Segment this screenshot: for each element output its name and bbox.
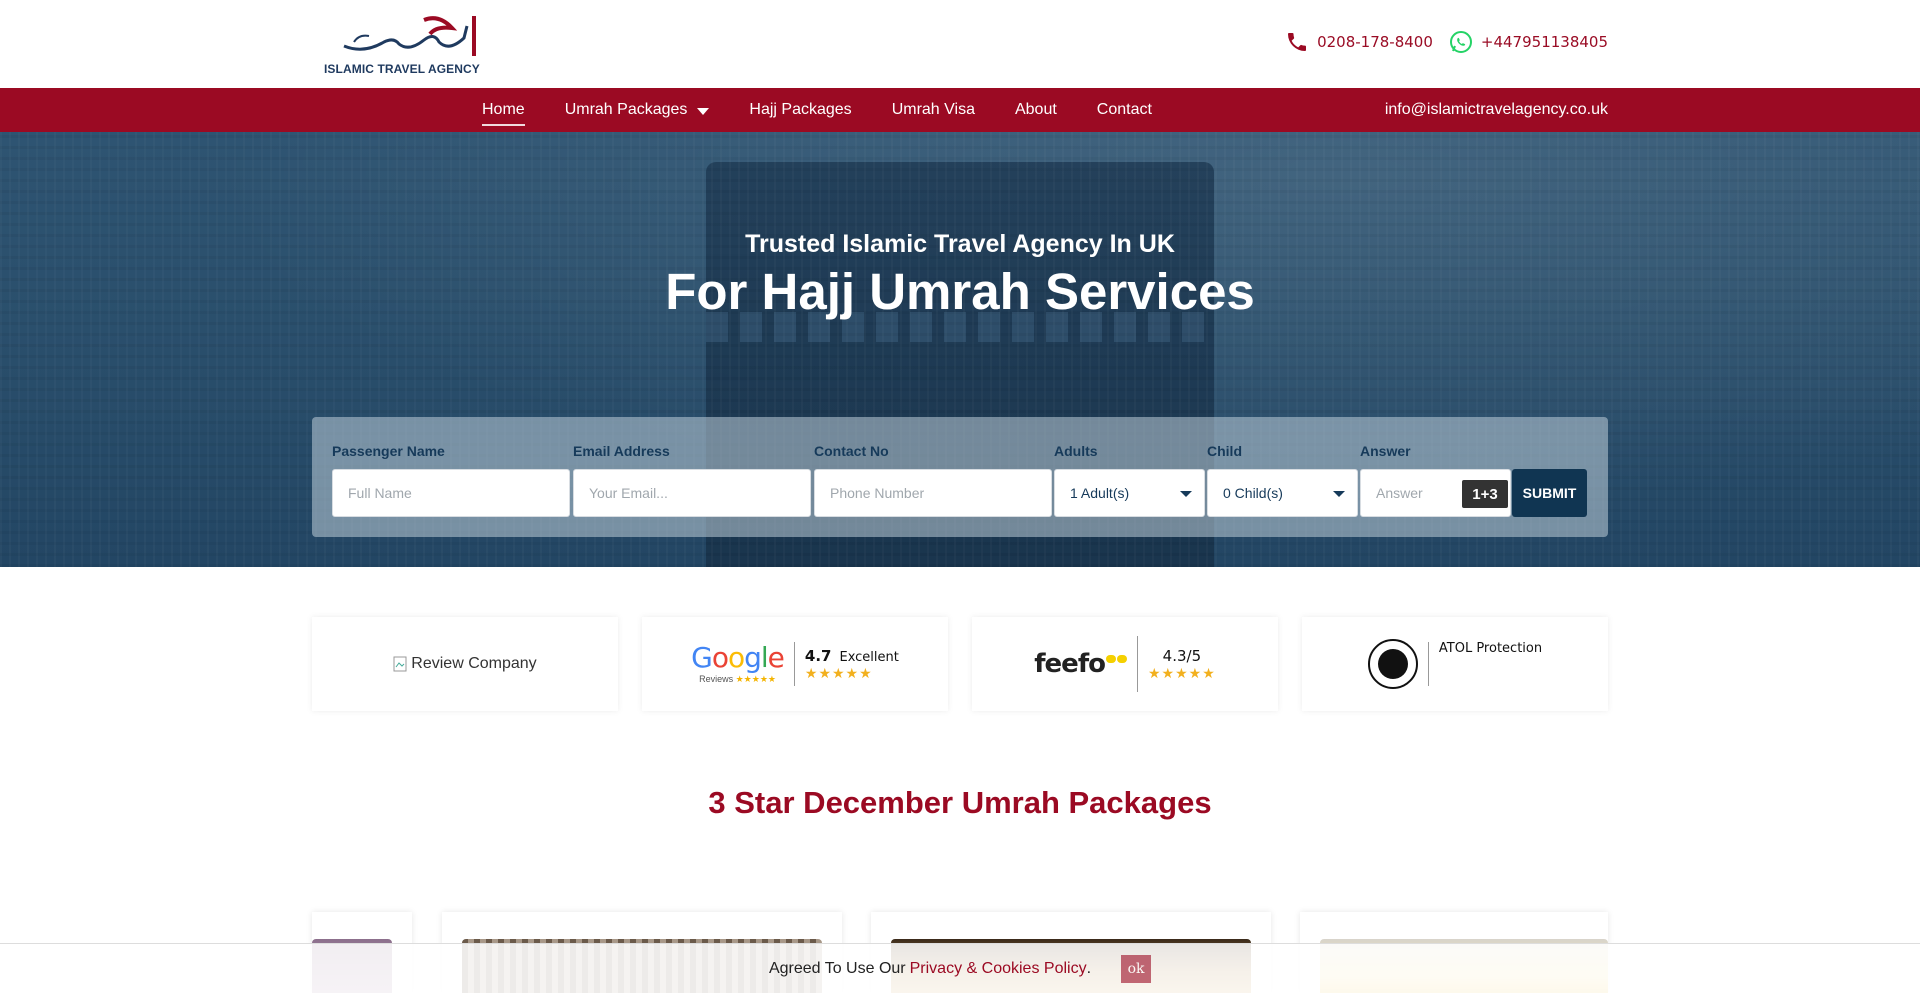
- logo-text: ISLAMIC TRAVEL AGENCY: [324, 62, 480, 76]
- atol-label: ATOL Protection: [1438, 641, 1543, 656]
- google-rating: 4.7 Excellent ★★★★★: [805, 647, 899, 682]
- phone-number: 0208-178-8400: [1317, 33, 1433, 51]
- captcha-question: 1+3: [1462, 480, 1508, 508]
- dropdown-arrow-icon: [1180, 491, 1192, 497]
- hero-subtitle: Trusted Islamic Travel Agency In UK: [745, 230, 1175, 258]
- adults-field: Adults 1 Adult(s): [1054, 443, 1205, 517]
- email-input[interactable]: Your Email...: [573, 469, 811, 517]
- enquiry-form: Passenger Name Full Name Email Address Y…: [312, 417, 1608, 537]
- answer-label: Answer: [1360, 443, 1411, 459]
- review-card-atol[interactable]: ATOL Protection: [1302, 617, 1608, 711]
- divider: [793, 642, 795, 686]
- dropdown-arrow-icon: [1333, 491, 1345, 497]
- child-field: Child 0 Child(s): [1207, 443, 1358, 517]
- passenger-name-input[interactable]: Full Name: [332, 469, 570, 517]
- privacy-policy-link[interactable]: Privacy & Cookies Policy: [910, 960, 1087, 978]
- cookie-banner: Agreed To Use Our Privacy & Cookies Poli…: [0, 943, 1920, 993]
- phone-link[interactable]: 0208-178-8400: [1285, 30, 1433, 54]
- cookie-period: .: [1086, 959, 1092, 977]
- passenger-name-label: Passenger Name: [332, 443, 445, 459]
- nav-label: Contact: [1096, 101, 1152, 118]
- email-label: Email Address: [573, 443, 670, 459]
- phone-icon: [1288, 33, 1307, 51]
- review-card-google[interactable]: Google Reviews ★★★★★ 4.7 Excellent ★★★★★: [642, 617, 948, 711]
- whatsapp-number: +447951138405: [1480, 33, 1608, 51]
- caret-down-icon: [697, 108, 710, 115]
- feefo-logo: feefo: [1034, 649, 1127, 679]
- nav-label: About: [1014, 101, 1057, 118]
- nav-item-umrah-packages[interactable]: Umrah Packages: [565, 88, 710, 132]
- submit-button[interactable]: SUBMIT: [1512, 469, 1587, 517]
- nav-item-hajj-packages[interactable]: Hajj Packages: [749, 88, 851, 132]
- site-logo[interactable]: ISLAMIC TRAVEL AGENCY: [324, 12, 484, 76]
- adults-value: 1 Adult(s): [1070, 485, 1130, 501]
- nav-label: Home: [482, 101, 525, 118]
- hero-section: Trusted Islamic Travel Agency In UK For …: [0, 132, 1920, 567]
- review-card-company[interactable]: Review Company: [312, 617, 618, 711]
- email-field: Email Address Your Email...: [573, 443, 811, 517]
- section-title: 3 Star December Umrah Packages: [708, 785, 1212, 820]
- answer-field: Answer Answer 1+3: [1360, 443, 1511, 517]
- cookie-text: Agreed To Use Our: [768, 959, 906, 977]
- google-mini-stars: ★★★★★: [735, 673, 776, 684]
- google-sub-text: Reviews: [699, 673, 734, 684]
- nav-email-link[interactable]: info@islamictravelagency.co.uk: [1385, 88, 1608, 132]
- contact-input[interactable]: Phone Number: [814, 469, 1052, 517]
- main-nav: Home Umrah Packages Hajj Packages Umrah …: [0, 88, 1920, 132]
- nav-label: Hajj Packages: [749, 101, 852, 118]
- feefo-rating: 4.3/5 ★★★★★: [1148, 647, 1216, 682]
- passenger-name-field: Passenger Name Full Name: [332, 443, 570, 517]
- google-stars: ★★★★★: [804, 664, 873, 681]
- top-header: ISLAMIC TRAVEL AGENCY 0208-178-8400 +447…: [0, 0, 1920, 88]
- google-logo: Google: [691, 640, 785, 674]
- whatsapp-link[interactable]: +447951138405: [1449, 30, 1608, 54]
- child-select[interactable]: 0 Child(s): [1207, 469, 1358, 517]
- nav-label: Umrah Packages: [564, 101, 688, 118]
- top-contact: 0208-178-8400 +447951138405: [1285, 30, 1608, 54]
- google-reviews-logo: Google Reviews ★★★★★: [691, 640, 785, 685]
- nav-item-umrah-visa[interactable]: Umrah Visa: [892, 88, 975, 132]
- review-badges: Review Company Google Reviews ★★★★★ 4.7 E…: [312, 617, 1608, 711]
- feefo-rating-value: 4.3/5: [1162, 646, 1202, 665]
- adults-select[interactable]: 1 Adult(s): [1054, 469, 1205, 517]
- broken-image-alt: Review Company: [411, 655, 537, 672]
- nav-item-home[interactable]: Home: [482, 88, 525, 132]
- contact-field: Contact No Phone Number: [814, 443, 1052, 517]
- review-card-feefo[interactable]: feefo 4.3/5 ★★★★★: [972, 617, 1278, 711]
- contact-label: Contact No: [814, 443, 889, 459]
- feefo-stars: ★★★★★: [1148, 664, 1216, 681]
- nav-label: Umrah Visa: [891, 101, 975, 118]
- divider: [1427, 642, 1429, 686]
- atol-logo-icon: [1367, 639, 1418, 689]
- broken-image: Review Company: [393, 655, 537, 673]
- google-reviews-sub: Reviews ★★★★★: [699, 674, 776, 685]
- answer-placeholder: Answer: [1376, 485, 1423, 501]
- nav-item-about[interactable]: About: [1015, 88, 1057, 132]
- broken-image-icon: [393, 656, 407, 672]
- google-rating-label: Excellent: [839, 649, 899, 665]
- logo-arabic-calligraphy: [343, 16, 476, 56]
- child-value: 0 Child(s): [1223, 485, 1283, 501]
- whatsapp-icon: [1449, 31, 1472, 53]
- nav-item-contact[interactable]: Contact: [1097, 88, 1152, 132]
- cookie-ok-button[interactable]: ok: [1121, 954, 1152, 983]
- google-rating-value: 4.7: [804, 646, 832, 665]
- hero-title: For Hajj Umrah Services: [665, 263, 1255, 320]
- answer-input[interactable]: Answer 1+3: [1360, 469, 1511, 517]
- divider: [1137, 636, 1138, 692]
- child-label: Child: [1207, 443, 1242, 459]
- adults-label: Adults: [1054, 443, 1098, 459]
